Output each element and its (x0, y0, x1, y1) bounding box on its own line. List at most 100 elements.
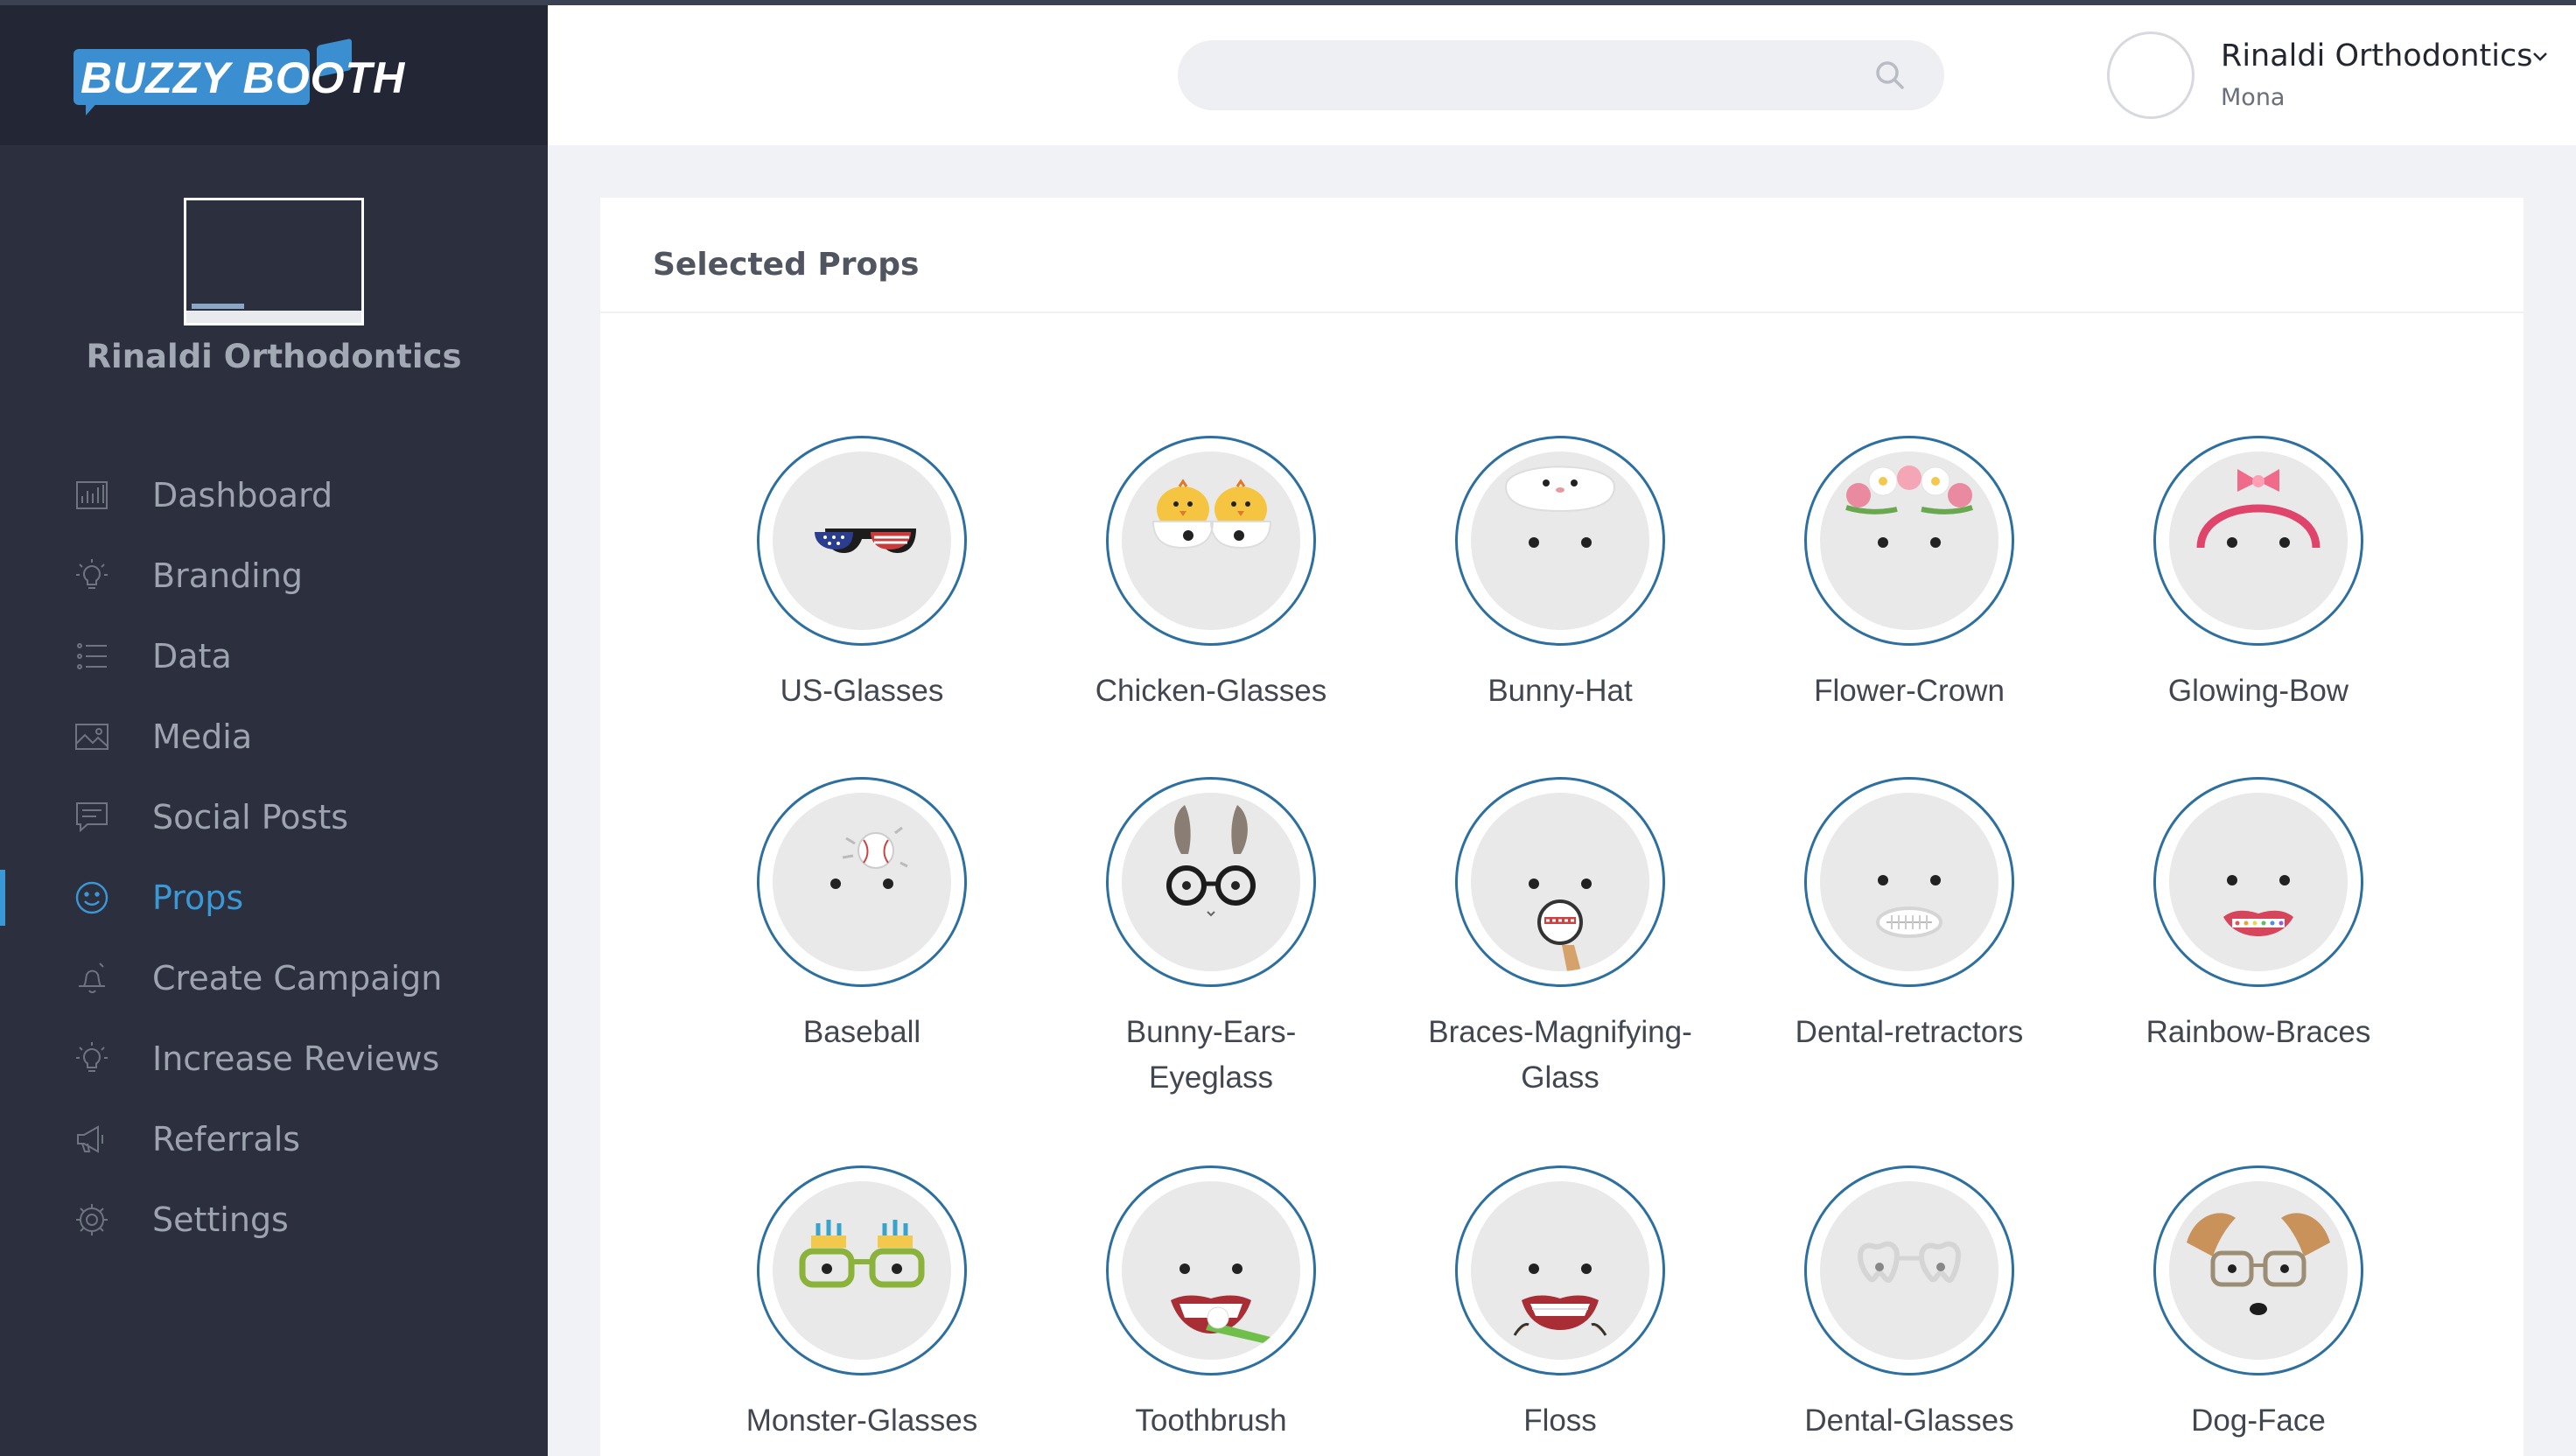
user-menu-name[interactable]: Rinaldi Orthodontics (2221, 38, 2532, 74)
prop-thumbnail[interactable] (1804, 1166, 2014, 1376)
prop-thumbnail[interactable] (1106, 777, 1316, 987)
sidebar-item-label: Props (152, 878, 244, 917)
bunny-ears-eyeglass-icon (1166, 805, 1256, 917)
brand-thumbnail-strip (186, 311, 361, 323)
prop-thumbnail[interactable] (757, 436, 967, 646)
sidebar-item-data[interactable]: Data (0, 616, 548, 696)
prop-thumbnail[interactable] (757, 1166, 967, 1376)
top-header: Rinaldi Orthodontics Mona (548, 5, 2576, 145)
glowing-bow-icon (2196, 469, 2320, 549)
sidebar-item-props[interactable]: Props (0, 858, 548, 938)
sidebar-item-settings[interactable]: Settings (0, 1180, 548, 1260)
prop-thumbnail[interactable] (1455, 436, 1665, 646)
prop-bunny-hat[interactable]: Bunny-Hat (1420, 436, 1700, 714)
prop-thumbnail[interactable] (1804, 777, 2014, 987)
prop-floss[interactable]: Floss (1420, 1166, 1700, 1444)
bunny-hat-icon (1504, 466, 1616, 548)
prop-label: Bunny-Ears- Eyeglass (1125, 1015, 1297, 1095)
sidebar-item-label: Social Posts (152, 798, 349, 836)
prop-glowing-bow[interactable]: Glowing-Bow (2118, 436, 2398, 714)
prop-label: Glowing-Bow (2167, 674, 2349, 708)
monster-glasses-icon (799, 1220, 925, 1288)
prop-thumbnail[interactable] (1106, 1166, 1316, 1376)
sidebar-item-label: Create Campaign (152, 959, 443, 998)
prop-thumbnail[interactable] (1106, 436, 1316, 646)
search-icon[interactable] (1872, 58, 1908, 93)
sidebar-item-create-campaign[interactable]: Create Campaign (0, 938, 548, 1018)
baseball-icon (830, 826, 908, 889)
selected-props-card: Selected Props US-Glasses Chicken-Glasse… (600, 198, 2524, 1456)
prop-toothbrush[interactable]: Toothbrush (1071, 1166, 1351, 1444)
prop-thumbnail[interactable] (757, 777, 967, 987)
page-title: Selected Props (653, 247, 920, 283)
braces-magnifying-glass-icon (1529, 878, 1592, 971)
prop-label: Dental-Glasses (1804, 1404, 2014, 1438)
brand-thumbnail[interactable] (184, 198, 364, 326)
sidebar-item-social-posts[interactable]: Social Posts (0, 777, 548, 858)
brand-thumbnail-mark (192, 304, 244, 309)
sidebar-item-label: Settings (152, 1200, 289, 1239)
avatar[interactable] (2107, 32, 2194, 119)
prop-baseball[interactable]: Baseball (722, 777, 1002, 1055)
prop-thumbnail[interactable] (1455, 777, 1665, 987)
chevron-down-icon[interactable] (2530, 47, 2550, 66)
window-top-border (0, 0, 2576, 5)
toothbrush-icon (1171, 1264, 1270, 1344)
image-icon (74, 718, 110, 755)
card-divider (600, 312, 2524, 313)
dental-retractors-icon (1876, 875, 1942, 938)
sidebar-item-referrals[interactable]: Referrals (0, 1099, 548, 1180)
prop-dog-face[interactable]: Dog-Face (2118, 1166, 2398, 1444)
prop-flower-crown[interactable]: Flower-Crown (1769, 436, 2049, 714)
prop-label: Dog-Face (2191, 1404, 2326, 1438)
prop-thumbnail[interactable] (2153, 777, 2363, 987)
flower-crown-icon (1845, 466, 1973, 548)
prop-label: US-Glasses (780, 674, 944, 708)
sidebar-item-media[interactable]: Media (0, 696, 548, 777)
sidebar-item-increase-reviews[interactable]: Increase Reviews (0, 1018, 548, 1099)
prop-rainbow-braces[interactable]: Rainbow-Braces (2118, 777, 2398, 1055)
sidebar-item-branding[interactable]: Branding (0, 536, 548, 616)
bell-icon (74, 960, 110, 997)
prop-label: Toothbrush (1135, 1404, 1287, 1438)
prop-braces-magnifying-glass[interactable]: Braces-Magnifying- Glass (1420, 777, 1700, 1101)
prop-dental-glasses[interactable]: Dental-Glasses (1769, 1166, 2049, 1444)
sidebar-item-dashboard[interactable]: Dashboard (0, 455, 548, 536)
brand-name: Rinaldi Orthodontics (86, 338, 462, 375)
logo-bar: BUZZY BOOTH (0, 5, 548, 145)
lightbulb-icon (74, 1040, 110, 1077)
rainbow-braces-icon (2223, 875, 2293, 936)
prop-us-glasses[interactable]: US-Glasses (722, 436, 1002, 714)
dog-face-icon (2187, 1213, 2330, 1315)
logo-text: BUZZY BOOTH (80, 53, 406, 102)
prop-thumbnail[interactable] (2153, 1166, 2363, 1376)
prop-chicken-glasses[interactable]: Chicken-Glasses (1071, 436, 1351, 714)
prop-label: Chicken-Glasses (1095, 674, 1327, 708)
sidebar-item-label: Increase Reviews (152, 1040, 440, 1078)
prop-thumbnail[interactable] (1804, 436, 2014, 646)
lightbulb-icon (74, 557, 110, 594)
prop-label: Bunny-Hat (1488, 674, 1633, 708)
chart-icon (74, 477, 110, 514)
sidebar-item-label: Branding (152, 556, 303, 595)
prop-label: Floss (1523, 1404, 1597, 1438)
chicken-glasses-icon (1152, 479, 1272, 550)
prop-monster-glasses[interactable]: Monster-Glasses (722, 1166, 1002, 1444)
sidebar: BUZZY BOOTH Rinaldi Orthodontics Dashboa… (0, 0, 548, 1456)
sidebar-item-label: Data (152, 637, 232, 676)
prop-label: Braces-Magnifying- Glass (1428, 1015, 1692, 1095)
prop-label: Flower-Crown (1814, 674, 2005, 708)
smiley-icon (74, 879, 110, 916)
sidebar-nav: Dashboard Branding Data Media Social Pos… (0, 455, 548, 1260)
search-input[interactable] (1178, 40, 1944, 110)
sidebar-item-label: Media (152, 718, 253, 756)
gear-icon (74, 1201, 110, 1238)
megaphone-icon (74, 1121, 110, 1158)
user-menu-subtitle: Mona (2221, 84, 2286, 111)
prop-thumbnail[interactable] (2153, 436, 2363, 646)
prop-label: Dental-retractors (1795, 1015, 2024, 1049)
prop-dental-retractors[interactable]: Dental-retractors (1769, 777, 2049, 1055)
prop-thumbnail[interactable] (1455, 1166, 1665, 1376)
prop-bunny-ears-eyeglass[interactable]: Bunny-Ears- Eyeglass (1071, 777, 1351, 1101)
buzzybooth-logo[interactable]: BUZZY BOOTH (74, 38, 404, 121)
